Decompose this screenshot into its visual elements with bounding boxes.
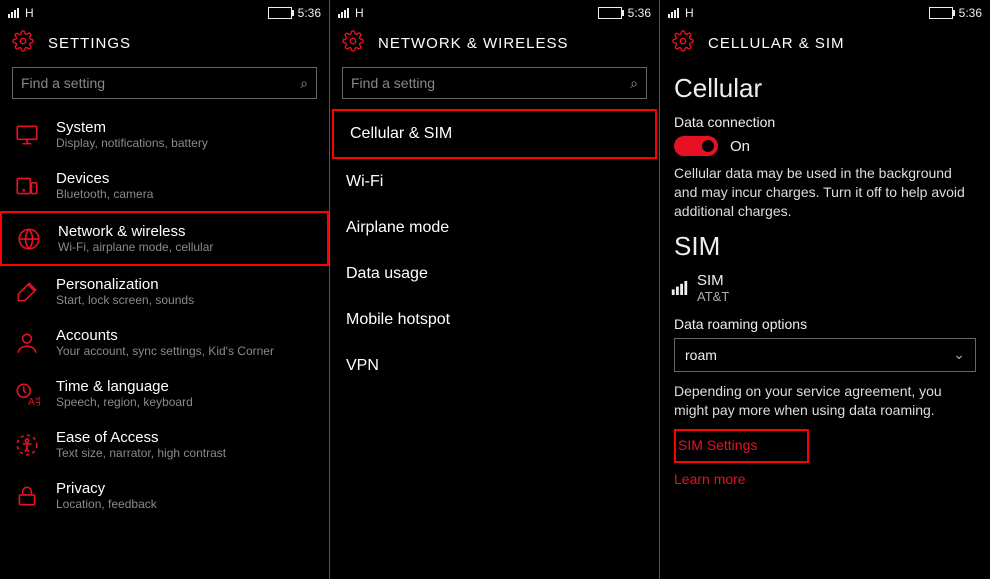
status-bar: H 5:36 xyxy=(0,0,329,24)
category-title: Privacy xyxy=(56,480,157,497)
signal-icon xyxy=(8,8,19,18)
time-language-icon: A字 xyxy=(12,379,42,409)
sim-name: SIM xyxy=(697,272,729,289)
battery-icon xyxy=(268,7,292,19)
learn-more-link[interactable]: Learn more xyxy=(674,471,746,487)
header: CELLULAR & SIM xyxy=(660,24,990,67)
category-devices[interactable]: Devices Bluetooth, camera xyxy=(0,160,329,211)
search-placeholder: Find a setting xyxy=(351,75,630,91)
display-icon xyxy=(12,120,42,150)
sim-settings-link-highlight: SIM Settings xyxy=(674,429,809,463)
network-type: H xyxy=(685,6,694,20)
data-connection-label: Data connection xyxy=(674,114,976,130)
option-cellular-sim[interactable]: Cellular & SIM xyxy=(332,109,657,159)
cellular-heading: Cellular xyxy=(674,73,976,104)
option-vpn[interactable]: VPN xyxy=(330,343,659,389)
ease-of-access-icon xyxy=(12,430,42,460)
signal-icon xyxy=(338,8,349,18)
paint-icon xyxy=(12,277,42,307)
network-type: H xyxy=(355,6,364,20)
category-personalization[interactable]: Personalization Start, lock screen, soun… xyxy=(0,266,329,317)
category-subtitle: Your account, sync settings, Kid's Corne… xyxy=(56,344,274,358)
category-title: Network & wireless xyxy=(58,223,213,240)
category-title: Devices xyxy=(56,170,153,187)
category-accounts[interactable]: Accounts Your account, sync settings, Ki… xyxy=(0,317,329,368)
sim-heading: SIM xyxy=(674,231,976,262)
search-placeholder: Find a setting xyxy=(21,75,300,91)
chevron-down-icon: ⌄ xyxy=(953,346,965,363)
data-connection-toggle[interactable] xyxy=(674,136,718,156)
category-subtitle: Location, feedback xyxy=(56,497,157,511)
clock: 5:36 xyxy=(298,6,321,20)
battery-icon xyxy=(929,7,953,19)
category-subtitle: Display, notifications, battery xyxy=(56,136,208,150)
search-input[interactable]: Find a setting ⌕ xyxy=(342,67,647,99)
option-mobile-hotspot[interactable]: Mobile hotspot xyxy=(330,297,659,343)
sim-settings-link[interactable]: SIM Settings xyxy=(678,437,757,453)
category-privacy[interactable]: Privacy Location, feedback xyxy=(0,470,329,521)
category-subtitle: Bluetooth, camera xyxy=(56,187,153,201)
globe-icon xyxy=(14,224,44,254)
option-data-usage[interactable]: Data usage xyxy=(330,251,659,297)
category-title: System xyxy=(56,119,208,136)
header: SETTINGS xyxy=(0,24,329,67)
clock: 5:36 xyxy=(628,6,651,20)
option-airplane-mode[interactable]: Airplane mode xyxy=(330,205,659,251)
roaming-help: Depending on your service agreement, you… xyxy=(674,382,976,420)
category-subtitle: Text size, narrator, high contrast xyxy=(56,446,226,460)
page-title: NETWORK & WIRELESS xyxy=(378,35,569,52)
category-title: Accounts xyxy=(56,327,274,344)
option-wifi[interactable]: Wi-Fi xyxy=(330,159,659,205)
data-connection-help: Cellular data may be used in the backgro… xyxy=(674,164,976,221)
category-subtitle: Start, lock screen, sounds xyxy=(56,293,194,307)
person-icon xyxy=(12,328,42,358)
roaming-value: roam xyxy=(685,347,717,363)
network-wireless-screen: H 5:36 NETWORK & WIRELESS Find a setting… xyxy=(330,0,660,579)
header: NETWORK & WIRELESS xyxy=(330,24,659,67)
lock-icon xyxy=(12,481,42,511)
category-system[interactable]: System Display, notifications, battery xyxy=(0,109,329,160)
search-icon: ⌕ xyxy=(630,75,638,92)
status-bar: H 5:36 xyxy=(660,0,990,24)
settings-root-screen: H 5:36 SETTINGS Find a setting ⌕ xyxy=(0,0,330,579)
gear-icon xyxy=(12,30,34,57)
signal-icon xyxy=(668,8,679,18)
network-options-list: Cellular & SIM Wi-Fi Airplane mode Data … xyxy=(330,109,659,389)
category-title: Personalization xyxy=(56,276,194,293)
battery-icon xyxy=(598,7,622,19)
page-title: SETTINGS xyxy=(48,35,131,52)
gear-icon xyxy=(672,30,694,57)
search-input[interactable]: Find a setting ⌕ xyxy=(12,67,317,99)
category-subtitle: Speech, region, keyboard xyxy=(56,395,193,409)
search-icon: ⌕ xyxy=(300,75,308,92)
category-network-wireless[interactable]: Network & wireless Wi-Fi, airplane mode,… xyxy=(0,211,329,266)
roaming-label: Data roaming options xyxy=(674,316,976,332)
gear-icon xyxy=(342,30,364,57)
page-title: CELLULAR & SIM xyxy=(708,35,845,52)
status-bar: H 5:36 xyxy=(330,0,659,24)
roaming-select[interactable]: roam ⌄ xyxy=(674,338,976,372)
category-subtitle: Wi-Fi, airplane mode, cellular xyxy=(58,240,213,254)
signal-icon xyxy=(672,281,687,295)
sim-carrier: AT&T xyxy=(697,289,729,304)
devices-icon xyxy=(12,171,42,201)
cellular-sim-screen: H 5:36 CELLULAR & SIM Cellular Data conn… xyxy=(660,0,990,579)
category-title: Time & language xyxy=(56,378,193,395)
sim-entry[interactable]: SIM AT&T xyxy=(674,272,976,304)
category-title: Ease of Access xyxy=(56,429,226,446)
clock: 5:36 xyxy=(959,6,982,20)
category-ease-of-access[interactable]: Ease of Access Text size, narrator, high… xyxy=(0,419,329,470)
data-connection-state: On xyxy=(730,138,750,155)
network-type: H xyxy=(25,6,34,20)
svg-text:A字: A字 xyxy=(28,394,40,406)
category-time-language[interactable]: A字 Time & language Speech, region, keybo… xyxy=(0,368,329,419)
settings-category-list: System Display, notifications, battery D… xyxy=(0,109,329,521)
